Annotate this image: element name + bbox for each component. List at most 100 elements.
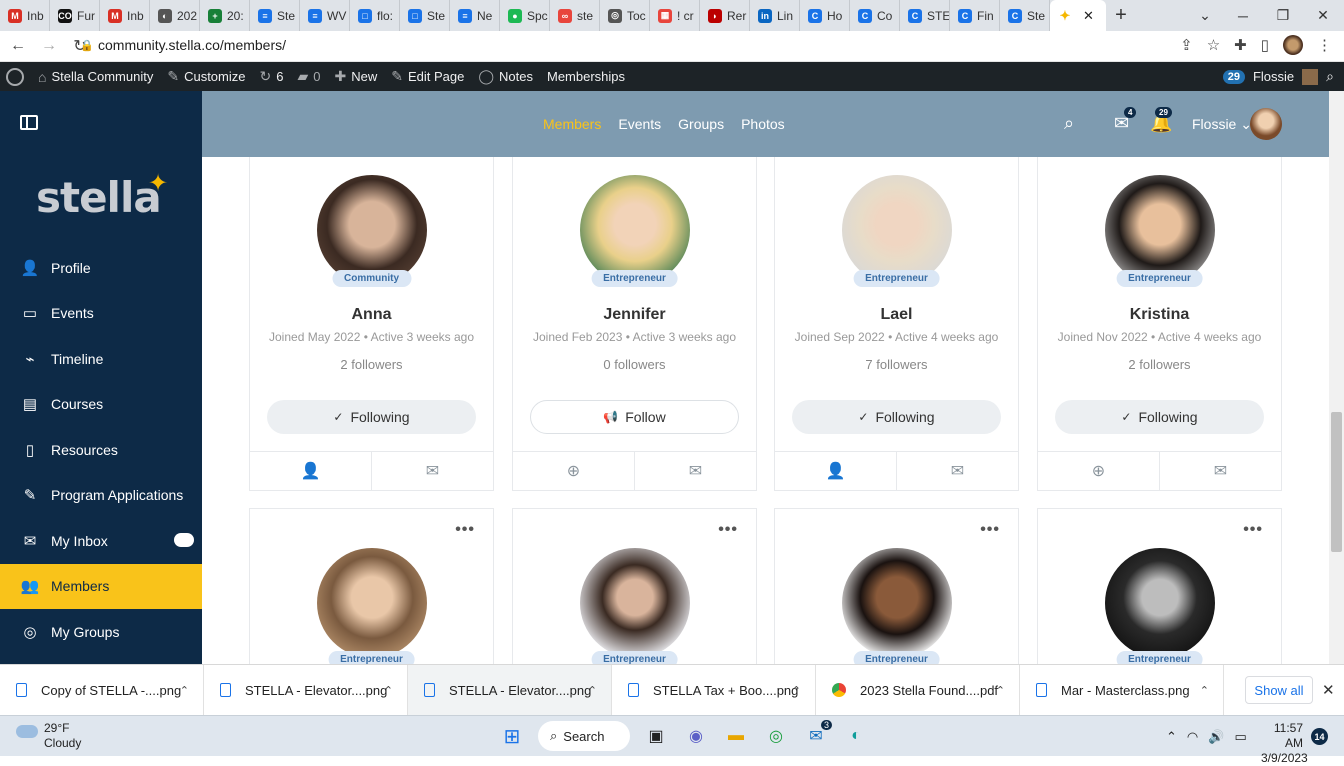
browser-tab[interactable]: C STE [900, 0, 950, 31]
download-item[interactable]: Mar - Masterclass.png ⌃ [1020, 664, 1224, 716]
url-field[interactable]: community.stella.co/members/ [98, 37, 286, 53]
member-avatar[interactable] [1105, 548, 1215, 658]
sidepanel-icon[interactable]: ▯ [1261, 36, 1269, 54]
browser-tab[interactable]: ● Spc [500, 0, 550, 31]
sidebar-item-events[interactable]: ▭ Events [0, 291, 202, 337]
chevron-up-icon[interactable]: ⌃ [792, 684, 801, 697]
download-item[interactable]: Copy of STELLA -....png ⌃ [0, 664, 204, 716]
new-tab-icon[interactable]: + [1106, 4, 1136, 27]
wp-search-icon[interactable]: ⌕ [1326, 68, 1334, 85]
wp-user-avatar[interactable] [1302, 68, 1319, 85]
member-name[interactable]: Jennifer [513, 306, 756, 324]
nav-link-photos[interactable]: Photos [741, 116, 785, 132]
back-icon[interactable]: ← [5, 37, 31, 55]
sidebar-item-my-groups[interactable]: ◎ My Groups [0, 609, 202, 655]
lock-icon[interactable]: 🔒 [80, 39, 94, 52]
browser-tab[interactable]: ◗ Rer [700, 0, 750, 31]
stella-logo[interactable]: stella [36, 173, 162, 222]
sidebar-item-my-inbox[interactable]: ✉ My Inbox [0, 518, 202, 564]
connected-user-icon[interactable]: 👤 [775, 452, 897, 490]
chevron-up-icon[interactable]: ⌃ [1200, 684, 1209, 697]
add-friend-icon[interactable]: ⊕ [513, 452, 635, 490]
browser-tab[interactable]: □ Ste [400, 0, 450, 31]
tab-search-icon[interactable]: ⌄ [1185, 0, 1225, 31]
follow-button[interactable]: 📢 Follow [530, 400, 739, 434]
message-icon[interactable]: ✉ [1160, 452, 1281, 490]
member-avatar[interactable] [317, 548, 427, 658]
browser-tab[interactable]: C Co [850, 0, 900, 31]
sidebar-item-program-applications[interactable]: ✎ Program Applications [0, 473, 202, 519]
member-avatar[interactable] [1105, 175, 1215, 285]
more-options-icon[interactable]: ••• [718, 521, 738, 539]
chevron-up-icon[interactable]: ⌃ [384, 684, 393, 697]
inbox-toggle[interactable] [174, 533, 194, 547]
member-name[interactable]: Lael [775, 306, 1018, 324]
nav-link-events[interactable]: Events [618, 116, 661, 132]
memberships-link[interactable]: Memberships [547, 69, 625, 84]
new-link[interactable]: ✚ New [334, 68, 377, 85]
chevron-up-icon[interactable]: ⌃ [180, 684, 189, 697]
user-menu[interactable]: Flossie ⌄ [1192, 116, 1252, 133]
member-name[interactable]: Kristina [1038, 306, 1281, 324]
more-options-icon[interactable]: ••• [718, 157, 738, 162]
clock[interactable]: 11:57 AM 3/9/2023 [1261, 721, 1308, 766]
user-avatar[interactable] [1250, 108, 1282, 140]
wp-notification-badge[interactable]: 29 [1222, 69, 1245, 84]
member-avatar[interactable] [842, 548, 952, 658]
comments-link[interactable]: ▰ 0 [297, 68, 320, 85]
message-icon[interactable]: ✉ [635, 452, 756, 490]
browser-tab-active[interactable]: ✦ ✕ [1050, 0, 1106, 31]
menu-kebab-icon[interactable]: ⋮ [1317, 36, 1332, 54]
following-button[interactable]: ✓ Following [1055, 400, 1264, 434]
notification-count[interactable]: 14 [1311, 728, 1328, 745]
download-item[interactable]: STELLA - Elevator....png ⌃ [204, 664, 408, 716]
scrollbar-thumb[interactable] [1331, 412, 1342, 552]
wordpress-icon[interactable] [6, 67, 24, 86]
sidebar-item-profile[interactable]: 👤 Profile [0, 245, 202, 291]
browser-tab[interactable]: ≡ Ste [250, 0, 300, 31]
close-window-icon[interactable]: ✕ [1303, 0, 1343, 31]
minimize-icon[interactable]: ─ [1223, 0, 1263, 31]
browser-tab[interactable]: C Ste [1000, 0, 1050, 31]
add-friend-icon[interactable]: ⊕ [1038, 452, 1160, 490]
more-options-icon[interactable]: ••• [1243, 157, 1263, 162]
battery-icon[interactable]: ▭ [1234, 729, 1246, 745]
wifi-icon[interactable]: ◠ [1187, 729, 1198, 745]
wp-user-name[interactable]: Flossie [1253, 69, 1294, 84]
scrollbar[interactable] [1329, 91, 1344, 664]
teams-icon[interactable]: ◉ [682, 722, 710, 750]
browser-tab[interactable]: ◐ 202 [150, 0, 200, 31]
forward-icon[interactable]: → [36, 37, 62, 55]
weather-widget[interactable]: 29°F Cloudy [16, 721, 81, 751]
member-avatar[interactable] [317, 175, 427, 285]
following-button[interactable]: ✓ Following [267, 400, 476, 434]
chevron-up-icon[interactable]: ⌃ [588, 684, 597, 697]
browser-tab[interactable]: C Ho [800, 0, 850, 31]
nav-link-members[interactable]: Members [543, 116, 601, 132]
member-avatar[interactable] [580, 175, 690, 285]
notes-link[interactable]: ◯ Notes [478, 68, 533, 85]
download-item[interactable]: STELLA Tax + Boo....png ⌃ [612, 664, 816, 716]
show-all-button[interactable]: Show all [1245, 676, 1313, 704]
member-name[interactable]: Anna [250, 306, 493, 324]
start-icon[interactable]: ⊞ [498, 722, 526, 750]
nav-link-groups[interactable]: Groups [678, 116, 724, 132]
sidebar-item-resources[interactable]: ▯ Resources [0, 427, 202, 473]
search-icon[interactable]: ⌕ [1064, 113, 1074, 134]
site-name-link[interactable]: ⌂ Stella Community [38, 69, 153, 85]
more-options-icon[interactable]: ••• [980, 157, 1000, 162]
following-button[interactable]: ✓ Following [792, 400, 1001, 434]
message-icon[interactable]: ✉ [372, 452, 493, 490]
maximize-icon[interactable]: ❐ [1263, 0, 1303, 31]
browser-tab[interactable]: in Lin [750, 0, 800, 31]
browser-tab[interactable]: □ flo: [350, 0, 400, 31]
chevron-up-icon[interactable]: ⌃ [1166, 729, 1177, 745]
browser-tab[interactable]: M Inb [100, 0, 150, 31]
volume-icon[interactable]: 🔊 [1208, 729, 1224, 745]
sidebar-item-members[interactable]: 👥 Members [0, 563, 202, 609]
download-item[interactable]: 2023 Stella Found....pdf ⌃ [816, 664, 1020, 716]
browser-tab[interactable]: M Inb [0, 0, 50, 31]
more-options-icon[interactable]: ••• [1243, 521, 1263, 539]
more-options-icon[interactable]: ••• [980, 521, 1000, 539]
mail-icon[interactable]: ✉ 3 [802, 720, 832, 750]
